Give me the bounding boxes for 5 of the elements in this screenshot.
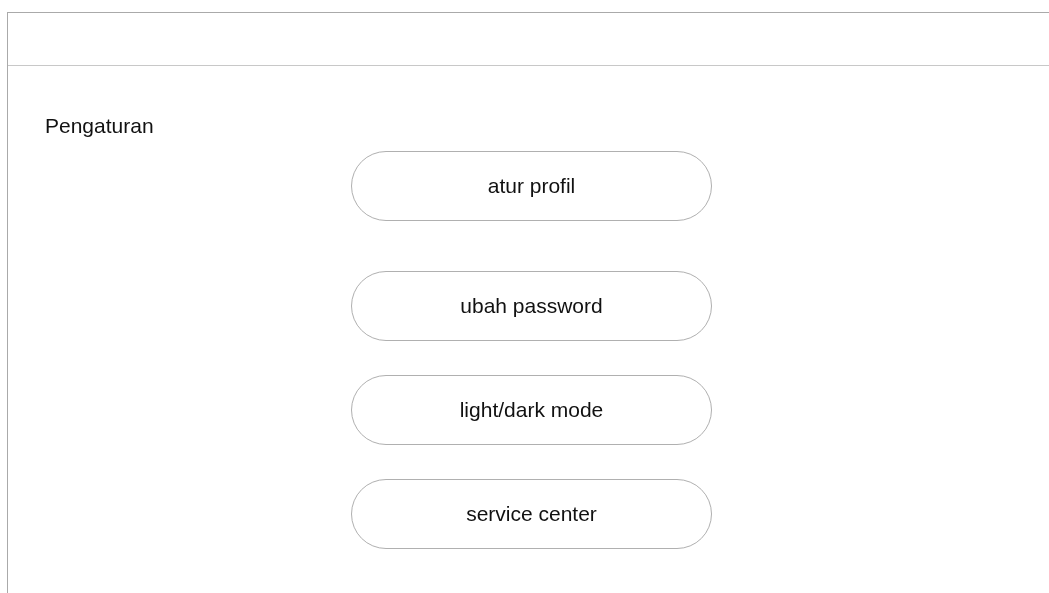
menu-button[interactable]: atur profil [351,151,712,221]
menu-button[interactable]: light/dark mode [351,375,712,445]
menu-button[interactable]: service center [351,479,712,549]
menu-button[interactable]: ubah password [351,271,712,341]
page-title: Pengaturan [45,113,155,139]
